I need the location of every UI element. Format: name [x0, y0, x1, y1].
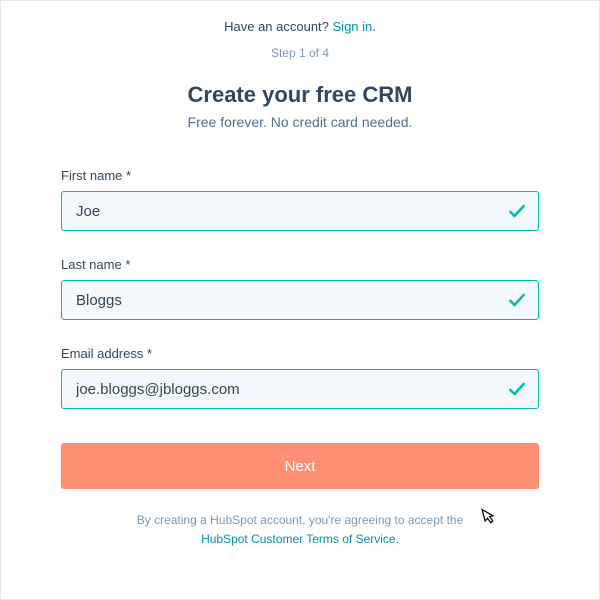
- page-title: Create your free CRM: [61, 82, 539, 108]
- terms-prefix: By creating a HubSpot account, you're ag…: [137, 513, 464, 527]
- email-input[interactable]: [61, 369, 539, 409]
- step-indicator: Step 1 of 4: [61, 46, 539, 60]
- first-name-input[interactable]: [61, 191, 539, 231]
- have-account-text: Have an account?: [224, 19, 332, 34]
- last-name-label: Last name *: [61, 257, 539, 272]
- next-button[interactable]: Next: [61, 443, 539, 489]
- terms-link[interactable]: HubSpot Customer Terms of Service.: [201, 532, 399, 546]
- page-subtitle: Free forever. No credit card needed.: [61, 114, 539, 130]
- email-label: Email address *: [61, 346, 539, 361]
- period: .: [372, 19, 376, 34]
- last-name-input[interactable]: [61, 280, 539, 320]
- sign-in-link[interactable]: Sign in: [333, 19, 373, 34]
- terms-text: By creating a HubSpot account, you're ag…: [61, 511, 539, 549]
- checkmark-icon: [507, 379, 527, 399]
- checkmark-icon: [507, 201, 527, 221]
- first-name-label: First name *: [61, 168, 539, 183]
- have-account-line: Have an account? Sign in.: [61, 19, 539, 34]
- checkmark-icon: [507, 290, 527, 310]
